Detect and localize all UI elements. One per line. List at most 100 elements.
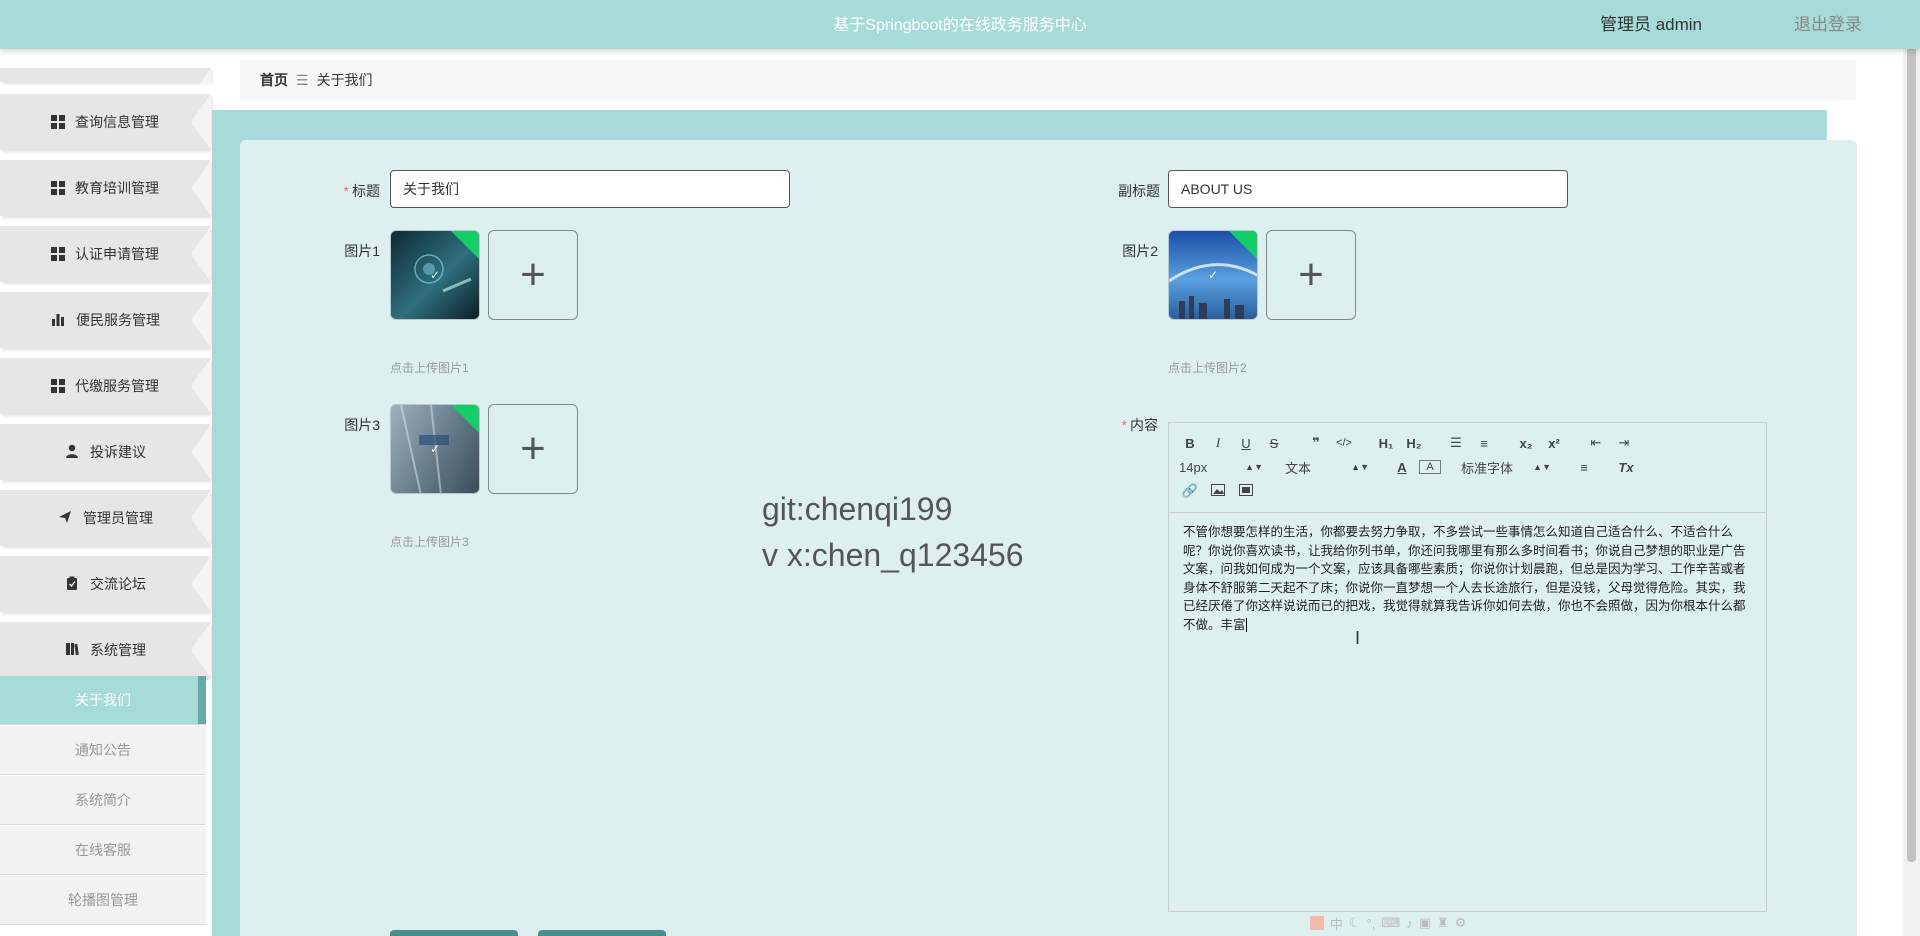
sidebar-item-forum[interactable]: 交流论坛: [0, 556, 211, 612]
title-label: * 标题: [343, 183, 380, 199]
watermark-line: v x:chen_q123456: [762, 537, 1024, 573]
sidebar-item-partial[interactable]: [0, 68, 211, 124]
submenu-item-label: 通知公告: [75, 742, 131, 758]
sidebar-item-label: 查询信息管理: [75, 114, 159, 130]
header-1-icon[interactable]: H₁: [1375, 436, 1397, 451]
breadcrumb: 首页 ☰ 关于我们: [240, 60, 1856, 100]
ime-logo-icon: [1310, 916, 1324, 930]
required-mark: *: [1121, 417, 1127, 433]
submenu-item-label: 关于我们: [75, 692, 131, 708]
watermark-line: git:chenqi199: [762, 491, 953, 527]
submit-button[interactable]: [390, 930, 518, 936]
clipboard-icon: [64, 576, 80, 592]
mic-icon: ♪: [1406, 915, 1413, 931]
pic2-upload-button[interactable]: +: [1266, 230, 1356, 320]
image-icon[interactable]: [1207, 483, 1229, 499]
sidebar-item-query-info[interactable]: 查询信息管理: [0, 94, 211, 150]
pic3-label: 图片3: [344, 417, 380, 433]
pic1-label: 图片1: [344, 243, 380, 259]
grid-icon: [51, 181, 65, 195]
code-block-icon[interactable]: </>: [1333, 437, 1355, 449]
submenu-item-carousel[interactable]: 轮播图管理: [0, 876, 206, 925]
subtitle-label: 副标题: [1118, 183, 1160, 199]
sidebar-item-label: 认证申请管理: [75, 246, 159, 262]
pic3-thumbnail[interactable]: ✓: [390, 404, 480, 494]
video-icon[interactable]: [1235, 483, 1257, 499]
submenu-item-about[interactable]: 关于我们: [0, 676, 206, 725]
submenu-item-label: 系统简介: [75, 792, 131, 808]
pic3-upload-hint: 点击上传图片3: [390, 535, 469, 549]
sidebar-item-label: 管理员管理: [83, 510, 153, 526]
sidebar: 查询信息管理 教育培训管理 认证申请管理 便民服务管理 代缴服务管理 投诉建议 …: [0, 68, 211, 936]
font-family-select[interactable]: 标准字体 ▲▼: [1461, 458, 1551, 477]
pic1-upload-button[interactable]: +: [488, 230, 578, 320]
page-scrollbar[interactable]: [1903, 0, 1920, 936]
scrollbar-thumb[interactable]: [1907, 20, 1916, 862]
title-input[interactable]: 关于我们: [390, 170, 790, 208]
upload-success-badge: [451, 231, 479, 259]
sidebar-item-label: 系统管理: [90, 642, 146, 658]
underline-icon[interactable]: U: [1235, 436, 1257, 451]
sidebar-item-admins[interactable]: 管理员管理: [0, 490, 211, 546]
logout-link[interactable]: 退出登录: [1794, 10, 1862, 35]
link-icon[interactable]: 🔗: [1179, 483, 1201, 499]
sidebar-item-education[interactable]: 教育培训管理: [0, 160, 211, 216]
ordered-list-icon[interactable]: ☰: [1445, 435, 1467, 451]
blockquote-icon[interactable]: ❞: [1305, 435, 1327, 451]
skin-icon: ▣: [1418, 915, 1432, 930]
sidebar-item-certification[interactable]: 认证申请管理: [0, 226, 211, 282]
cancel-button[interactable]: [538, 930, 666, 936]
required-mark: *: [343, 183, 349, 199]
sidebar-item-label: 教育培训管理: [75, 180, 159, 196]
ime-toolbar[interactable]: 中 ☾ °, ⌨ ♪ ▣ ♜ ⚙: [1310, 913, 1510, 933]
breadcrumb-home[interactable]: 首页: [260, 70, 288, 90]
clear-format-icon[interactable]: Tx: [1615, 460, 1637, 475]
book-icon: [64, 642, 80, 658]
breadcrumb-separator-icon: ☰: [296, 71, 309, 88]
outdent-icon[interactable]: ⇤: [1585, 435, 1607, 451]
strikethrough-icon[interactable]: S: [1263, 436, 1285, 451]
grid-icon: [51, 379, 65, 393]
background-color-icon[interactable]: A: [1419, 460, 1441, 474]
grid-icon: [51, 115, 65, 129]
indent-icon[interactable]: ⇥: [1613, 435, 1635, 451]
subscript-icon[interactable]: x₂: [1515, 436, 1537, 451]
italic-icon[interactable]: I: [1207, 435, 1229, 451]
text-cursor-icon: I: [1355, 628, 1361, 648]
check-icon: ✓: [429, 442, 441, 456]
align-icon[interactable]: ≡: [1573, 460, 1595, 475]
editor-content[interactable]: 不管你想要怎样的生活，你都要去努力争取，不多尝试一些事情怎么知道自己适合什么、不…: [1169, 513, 1766, 644]
text-color-icon[interactable]: A: [1391, 460, 1413, 475]
bold-icon[interactable]: B: [1179, 436, 1201, 451]
sidebar-item-complaints[interactable]: 投诉建议: [0, 424, 211, 480]
shirt-icon: ♜: [1437, 915, 1449, 930]
text-caret: [1245, 618, 1247, 633]
header-2-icon[interactable]: H₂: [1403, 436, 1425, 451]
font-size-select[interactable]: 14px ▲▼: [1179, 460, 1263, 475]
submenu-item-system-intro[interactable]: 系统简介: [0, 776, 206, 825]
bar-chart-icon: [50, 312, 66, 328]
pic2-thumbnail[interactable]: ✓: [1168, 230, 1258, 320]
editor-toolbar: B I U S ❞ </> H₁ H₂ ☰ ≡ x₂ x² ⇤ ⇥ 14px ▲▼…: [1169, 423, 1766, 513]
check-icon: ✓: [1207, 268, 1219, 282]
pic3-upload-button[interactable]: +: [488, 404, 578, 494]
sidebar-item-label: 投诉建议: [90, 444, 146, 460]
pic1-thumbnail[interactable]: ✓: [390, 230, 480, 320]
user-icon: [64, 444, 80, 460]
sidebar-item-payment[interactable]: 代缴服务管理: [0, 358, 211, 414]
punctuation-icon: °,: [1366, 915, 1376, 931]
sidebar-item-convenience[interactable]: 便民服务管理: [0, 292, 211, 348]
subtitle-input[interactable]: ABOUT US: [1168, 170, 1568, 208]
sidebar-item-label: 代缴服务管理: [75, 378, 159, 394]
editor-text: 不管你想要怎样的生活，你都要去努力争取，不多尝试一些事情怎么知道自己适合什么、不…: [1183, 525, 1746, 632]
submenu-item-notices[interactable]: 通知公告: [0, 726, 206, 775]
pic2-label: 图片2: [1122, 243, 1158, 259]
top-bar: 基于Springboot的在线政务服务中心 管理员 admin 退出登录: [0, 0, 1920, 49]
sidebar-item-system[interactable]: 系统管理: [0, 622, 211, 678]
superscript-icon[interactable]: x²: [1543, 436, 1565, 451]
submenu-item-online-service[interactable]: 在线客服: [0, 826, 206, 875]
check-icon: ✓: [429, 268, 441, 282]
block-type-select[interactable]: 文本 ▲▼: [1285, 458, 1369, 477]
bullet-list-icon[interactable]: ≡: [1473, 436, 1495, 451]
breadcrumb-current: 关于我们: [316, 72, 373, 88]
